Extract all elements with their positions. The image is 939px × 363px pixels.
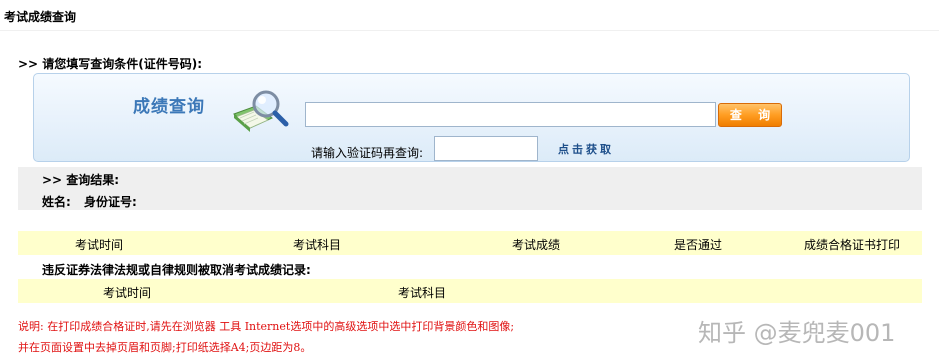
results-heading: >> 查询结果: [42,173,120,187]
query-input[interactable] [305,102,716,127]
column-header: 成绩合格证书打印 [804,238,901,252]
violation-heading: 违反证券法律法规或自律规则被取消考试成绩记录: [42,263,311,277]
column-header: 是否通过 [674,238,723,252]
column-header: 考试科目 [293,238,342,252]
note-line: 并在页面设置中去掉页眉和页脚;打印纸选择A4;页边距为8。 [18,341,312,354]
page-title: 考试成绩查询 [4,10,77,24]
column-header: 考试时间 [75,238,124,252]
get-captcha-link[interactable]: 点击获取 [558,141,614,157]
results-box [18,167,922,210]
score-table-header: 考试时间 考试科目 考试成绩 是否通过 成绩合格证书打印 [18,231,922,255]
query-button[interactable]: 查 询 [718,103,782,127]
panel-heading: 成绩查询 [133,97,205,117]
title-divider [0,30,939,31]
column-header: 考试时间 [103,286,152,300]
note-line: 说明: 在打印成绩合格证时,请先在浏览器 工具 Internet选项中的高级选项… [18,320,515,333]
column-header: 考试成绩 [512,238,561,252]
watermark: 知乎 @麦兜麦001 [698,319,896,347]
magnifier-book-icon [233,90,289,132]
instruction-text: >> 请您填写查询条件(证件号码): [18,57,203,71]
violation-table-header: 考试时间 考试科目 [18,279,922,303]
id-number-label: 身份证号: [84,195,137,209]
column-header: 考试科目 [398,286,447,300]
name-label: 姓名: [42,195,71,209]
captcha-input[interactable] [434,136,538,161]
captcha-label: 请输入验证码再查询: [311,146,424,160]
